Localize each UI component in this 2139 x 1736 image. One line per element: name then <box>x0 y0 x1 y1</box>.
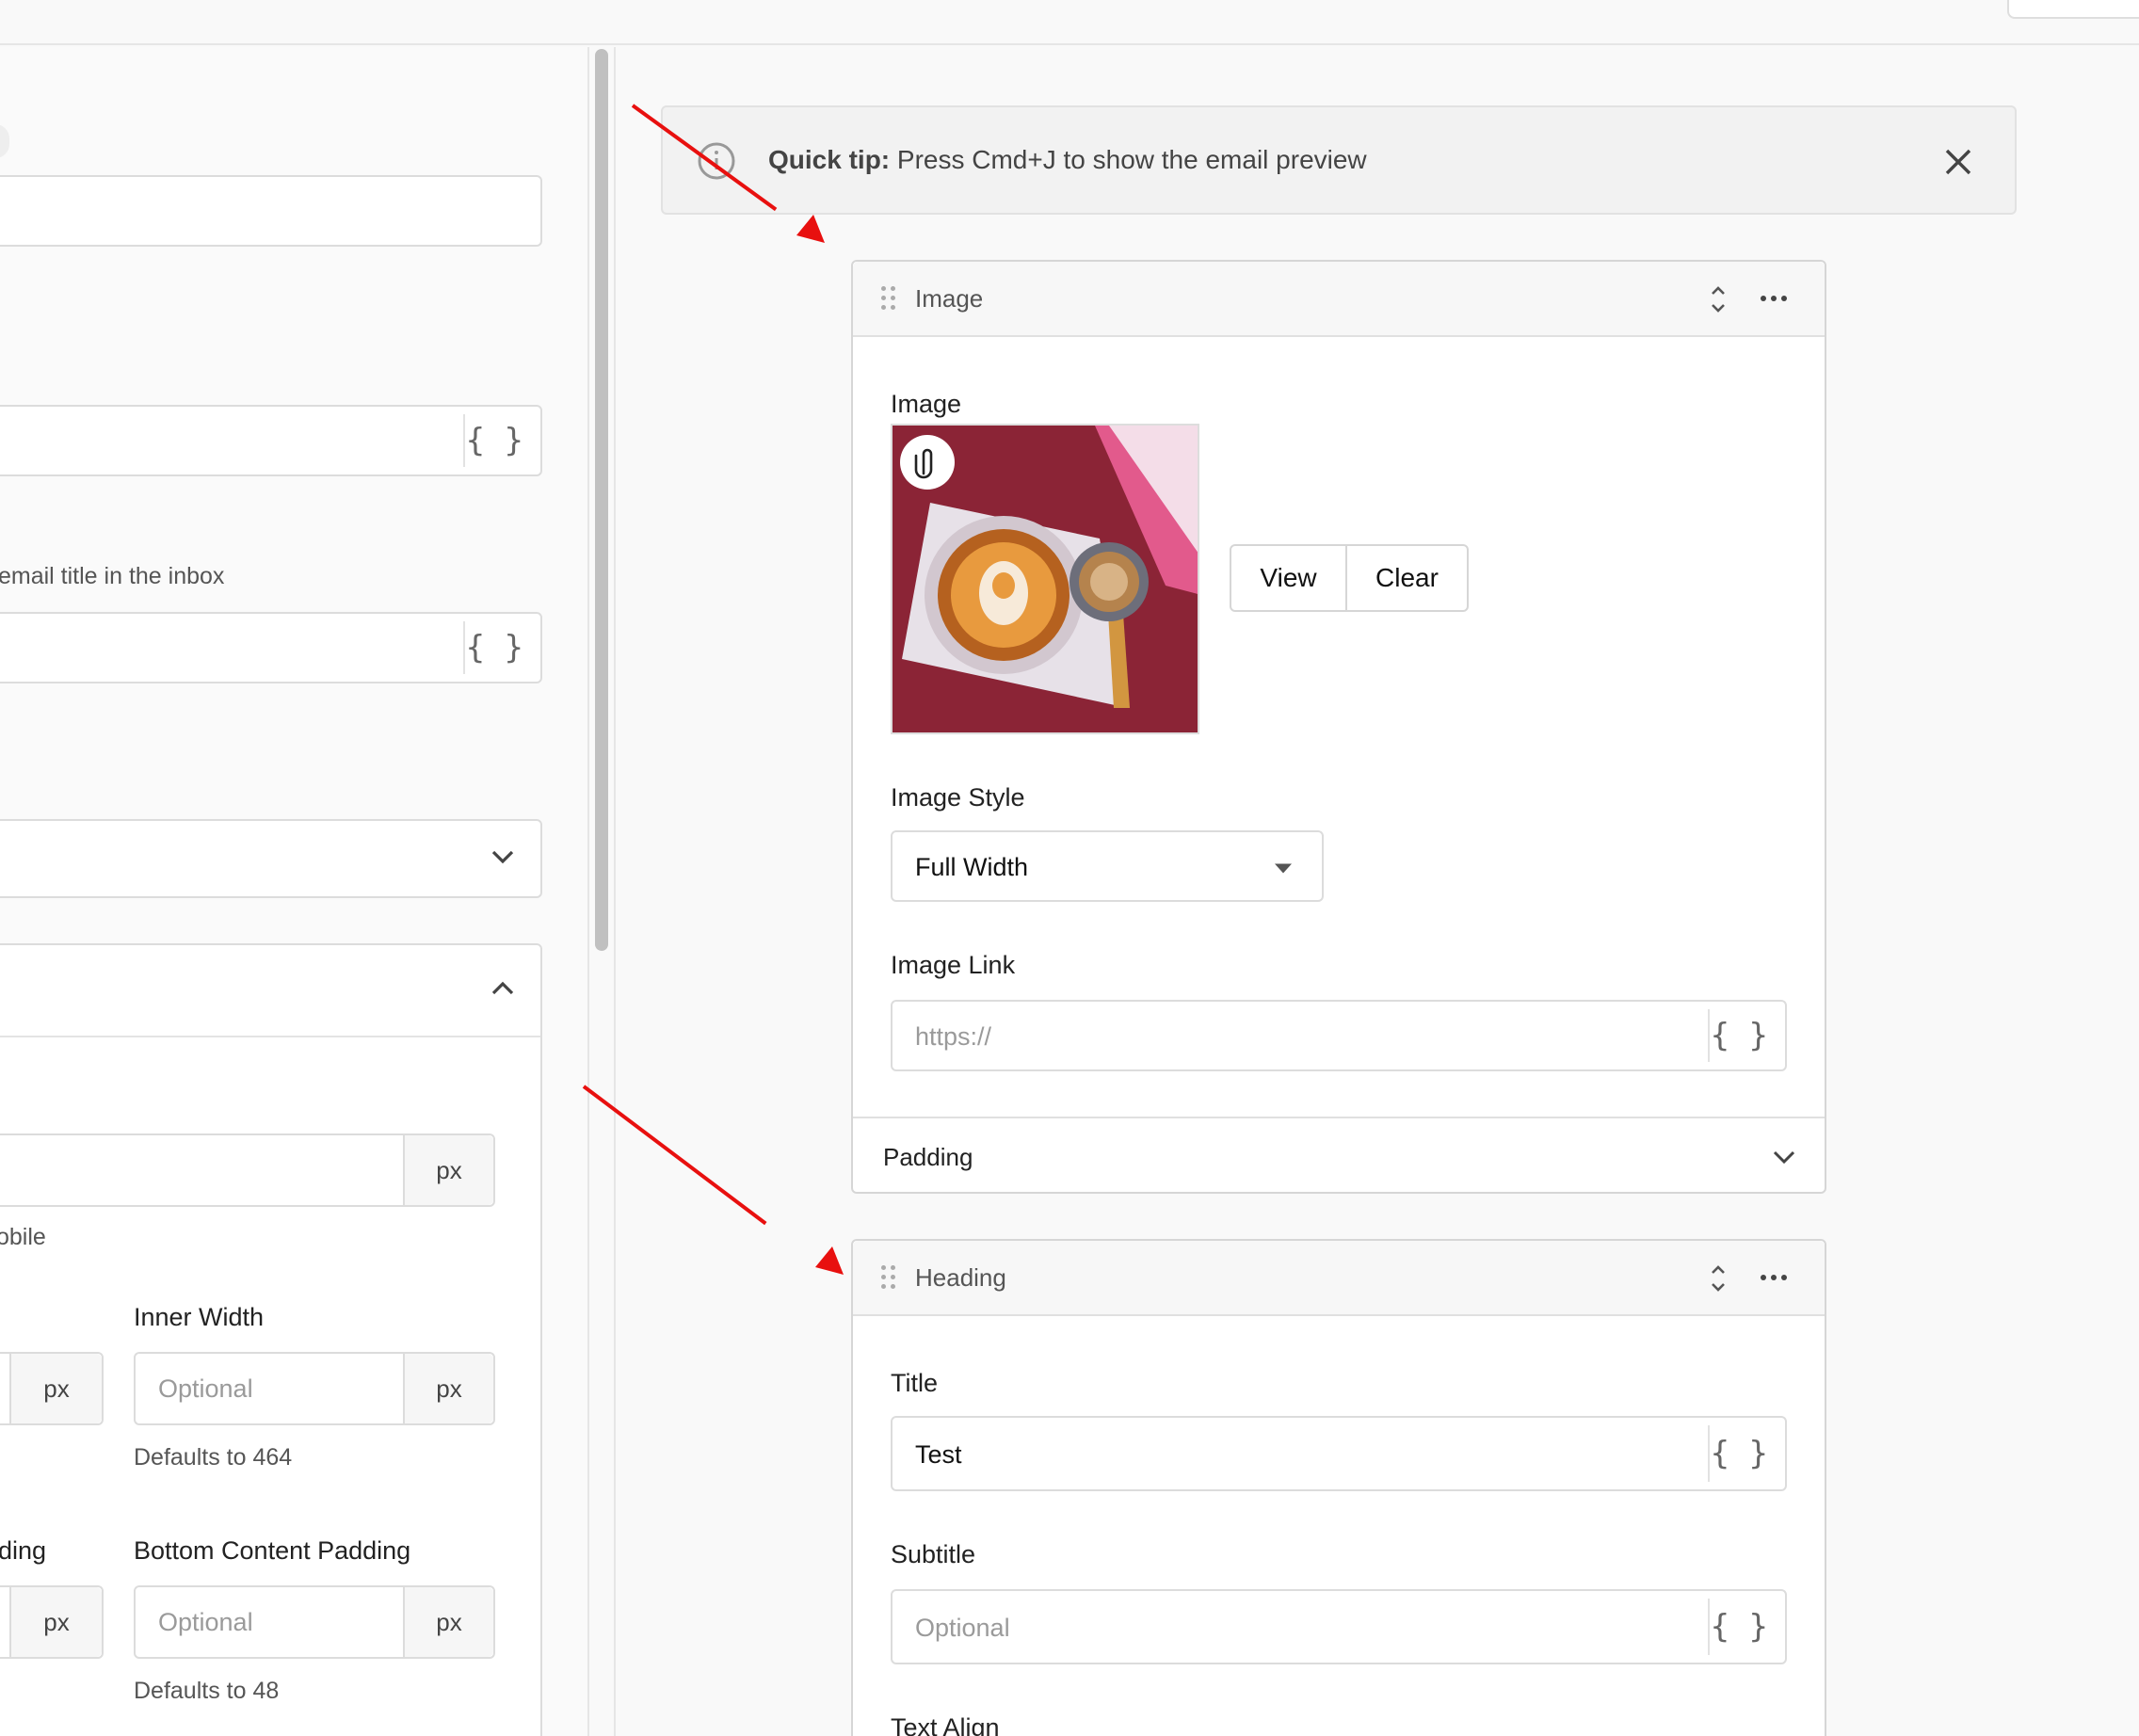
image-block-header[interactable]: Image <box>853 262 1825 337</box>
unit-suffix: px <box>403 1135 493 1205</box>
collapsed-section[interactable] <box>0 819 542 898</box>
image-link-placeholder: https:// <box>915 1022 992 1051</box>
variable-braces-icon[interactable]: { } <box>466 629 523 667</box>
panel-divider <box>614 47 616 1736</box>
image-style-select[interactable]: Full Width <box>891 830 1324 902</box>
top-bar <box>0 0 2139 45</box>
bottom-padding-placeholder: Optional <box>158 1608 253 1636</box>
variable-braces-icon[interactable]: { } <box>1711 1435 1768 1472</box>
image-actions: View Clear <box>1230 544 1469 612</box>
title-label: Title <box>891 1369 939 1397</box>
image-block-card: Image Image View Clear Image Style Full … <box>851 260 1826 1194</box>
close-icon[interactable] <box>1943 147 1973 177</box>
variable-braces-icon[interactable]: { } <box>1711 1608 1768 1646</box>
chevron-up-icon <box>491 981 514 995</box>
bottom-padding-label: Bottom Content Padding <box>134 1536 411 1565</box>
quick-tip-banner: Quick tip: Press Cmd+J to show the email… <box>661 105 2017 215</box>
clear-button[interactable]: Clear <box>1347 544 1469 612</box>
subtitle-label: Subtitle <box>891 1540 976 1568</box>
top-bar-button[interactable] <box>2007 0 2139 19</box>
chevron-down-icon <box>1773 1150 1795 1165</box>
variable-text-field[interactable]: { } <box>0 612 542 683</box>
image-thumbnail[interactable] <box>891 424 1199 734</box>
view-button[interactable]: View <box>1230 544 1348 612</box>
left-padding-input[interactable]: px <box>0 1585 104 1659</box>
image-link-input[interactable]: https:// { } <box>891 1000 1787 1071</box>
image-style-label: Image Style <box>891 783 1025 812</box>
title-input[interactable]: Test { } <box>891 1416 1787 1491</box>
heading-block-header[interactable]: Heading <box>853 1241 1825 1316</box>
quick-tip-message: Press Cmd+J to show the email preview <box>890 145 1367 174</box>
image-field-label: Image <box>891 390 962 418</box>
padding-section[interactable]: Padding <box>853 1117 1825 1194</box>
inner-width-help: Defaults to 464 <box>134 1444 293 1471</box>
drag-handle-icon[interactable] <box>881 286 896 311</box>
heading-block-title: Heading <box>915 1263 1006 1292</box>
subtitle-placeholder: Optional <box>915 1614 1010 1642</box>
text-field[interactable] <box>0 175 542 247</box>
caret-down-icon <box>1275 863 1292 874</box>
bottom-padding-help: Defaults to 48 <box>134 1678 280 1704</box>
variable-text-field[interactable]: { } <box>0 405 542 476</box>
inner-width-label: Inner Width <box>134 1303 265 1331</box>
left-settings-panel: { } email title in the inbox { } px obil… <box>0 47 589 1736</box>
quick-tip-text: Quick tip: Press Cmd+J to show the email… <box>768 145 1367 175</box>
width-input[interactable]: px <box>0 1133 495 1207</box>
expand-collapse-icon[interactable] <box>1710 1262 1727 1295</box>
heading-block-card: Heading Title Test { } Subtitle Optional… <box>851 1239 1826 1736</box>
unit-suffix: px <box>403 1587 493 1657</box>
image-block-title: Image <box>915 284 984 313</box>
title-value: Test <box>915 1440 962 1469</box>
drag-handle-icon[interactable] <box>881 1265 896 1290</box>
image-style-value: Full Width <box>915 853 1029 881</box>
unit-suffix: px <box>403 1354 493 1423</box>
mobile-help-text: obile <box>0 1224 46 1250</box>
bottom-padding-input[interactable]: Optional px <box>134 1585 495 1659</box>
more-options-icon[interactable] <box>1761 1275 1787 1280</box>
variable-braces-icon[interactable]: { } <box>1711 1017 1768 1054</box>
chevron-down-icon <box>491 850 514 864</box>
unit-suffix: px <box>9 1587 102 1657</box>
unit-suffix: px <box>9 1354 102 1423</box>
padding-label: Padding <box>883 1143 973 1171</box>
scrollbar-thumb[interactable] <box>595 49 608 951</box>
inner-width-input[interactable]: Optional px <box>134 1352 495 1425</box>
subject-help-text: email title in the inbox <box>0 563 225 589</box>
text-align-label: Text Align <box>891 1713 1000 1736</box>
quick-tip-strong: Quick tip: <box>768 145 891 174</box>
left-width-input[interactable]: px <box>0 1352 104 1425</box>
more-options-icon[interactable] <box>1761 296 1787 301</box>
subtitle-input[interactable]: Optional { } <box>891 1589 1787 1664</box>
image-link-label: Image Link <box>891 951 1016 979</box>
pill-shape <box>0 124 9 158</box>
padding-label-partial: ding <box>0 1536 47 1565</box>
variable-braces-icon[interactable]: { } <box>466 422 523 459</box>
section-header[interactable] <box>0 945 540 1037</box>
inner-width-placeholder: Optional <box>158 1374 253 1403</box>
expand-collapse-icon[interactable] <box>1710 282 1727 316</box>
paperclip-icon[interactable] <box>900 435 955 490</box>
